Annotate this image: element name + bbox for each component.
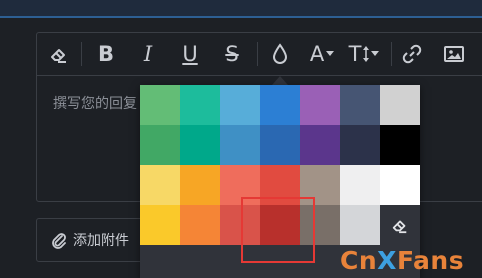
color-swatch[interactable] [220, 165, 260, 205]
vertical-arrows-icon [363, 46, 370, 62]
color-swatch[interactable] [220, 85, 260, 125]
link-button[interactable] [397, 33, 427, 75]
chevron-down-icon [371, 51, 380, 56]
bold-glyph: B [97, 42, 114, 66]
attach-file-button[interactable]: 添加附件 [36, 218, 146, 262]
attach-file-label: 添加附件 [73, 233, 129, 249]
color-swatch[interactable] [180, 165, 220, 205]
editor-toolbar: B I U S A T [37, 33, 482, 76]
bold-button[interactable]: B [91, 33, 121, 75]
eraser-icon [392, 220, 407, 234]
toolbar-divider [391, 42, 392, 66]
color-swatch[interactable] [140, 125, 180, 165]
color-swatch[interactable] [300, 205, 340, 245]
font-size-button[interactable]: A [305, 33, 339, 75]
toolbar-divider [257, 42, 258, 66]
color-swatch[interactable] [180, 125, 220, 165]
watermark-part: Fans [396, 246, 465, 275]
color-swatch[interactable] [220, 125, 260, 165]
color-swatch[interactable] [140, 85, 180, 125]
watermark-part: Cn [340, 246, 378, 275]
color-swatch[interactable] [140, 165, 180, 205]
italic-glyph: I [143, 42, 153, 66]
color-swatch[interactable] [180, 205, 220, 245]
color-swatch[interactable] [260, 85, 300, 125]
image-button[interactable] [439, 33, 469, 75]
color-swatch[interactable] [220, 205, 260, 245]
color-swatch[interactable] [340, 85, 380, 125]
image-icon [444, 46, 464, 62]
italic-button[interactable]: I [133, 33, 163, 75]
line-height-glyph: T [348, 42, 362, 66]
color-swatch[interactable] [380, 165, 420, 205]
link-icon [402, 44, 422, 64]
color-swatch[interactable] [380, 125, 420, 165]
underline-glyph: U [182, 42, 198, 66]
color-swatch[interactable] [260, 125, 300, 165]
color-swatch[interactable] [180, 85, 220, 125]
strikethrough-glyph: S [225, 42, 239, 66]
color-swatch[interactable] [300, 165, 340, 205]
droplet-icon [272, 43, 288, 64]
text-color-button[interactable] [265, 33, 295, 75]
reply-placeholder: 撰写您的回复 [53, 96, 137, 112]
color-swatch[interactable] [300, 85, 340, 125]
eraser-icon [51, 49, 66, 63]
clear-format-button[interactable] [43, 33, 75, 75]
paperclip-icon [52, 233, 66, 249]
watermark-logo: CnXFans [340, 246, 464, 275]
color-swatch[interactable] [260, 205, 300, 245]
page: B I U S A T 撰写您的回复 添加附件 CnXFans [0, 0, 482, 278]
color-swatch[interactable] [140, 205, 180, 245]
color-swatch[interactable] [340, 125, 380, 165]
color-swatch[interactable] [340, 165, 380, 205]
chevron-down-icon [326, 51, 335, 56]
top-bar [0, 0, 482, 18]
color-swatch[interactable] [300, 125, 340, 165]
watermark-part: X [377, 246, 397, 275]
color-swatch[interactable] [340, 205, 380, 245]
font-size-glyph: A [309, 42, 325, 66]
strikethrough-button[interactable]: S [217, 33, 247, 75]
line-height-button[interactable]: T [345, 33, 383, 75]
palette-pointer [272, 76, 288, 85]
toolbar-divider [81, 42, 82, 66]
underline-button[interactable]: U [175, 33, 205, 75]
clear-color-button[interactable] [380, 205, 420, 245]
color-swatch[interactable] [380, 85, 420, 125]
color-swatch[interactable] [260, 165, 300, 205]
